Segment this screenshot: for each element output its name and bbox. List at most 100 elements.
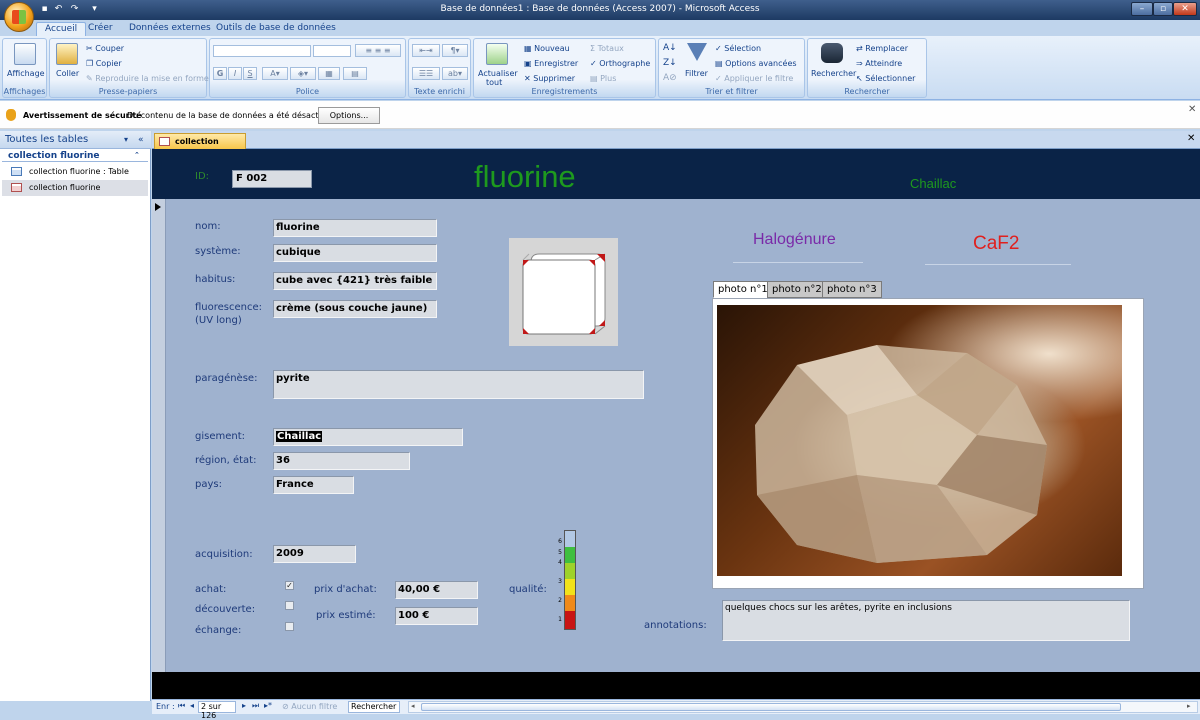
habitus-field[interactable]: cube avec {421} très faible: [273, 272, 437, 290]
last-record-button[interactable]: ⏭: [252, 701, 259, 711]
horizontal-scrollbar[interactable]: ◂ ▸: [408, 701, 1198, 713]
rechercher-button[interactable]: Rechercher: [811, 69, 856, 78]
record-selector[interactable]: [152, 199, 166, 672]
tab-photo-2[interactable]: photo n°2: [767, 281, 827, 298]
fluorescence-field[interactable]: crème (sous couche jaune): [273, 300, 437, 318]
italic-button[interactable]: I: [228, 67, 242, 80]
tab-photo-3[interactable]: photo n°3: [822, 281, 882, 298]
habitus-label: habitus:: [195, 274, 236, 285]
id-field[interactable]: F 002: [232, 170, 312, 188]
filtrer-button[interactable]: Filtrer: [685, 69, 708, 78]
paragenese-field[interactable]: pyrite: [273, 370, 644, 399]
plus-button[interactable]: ▤ Plus: [590, 74, 616, 83]
gridlines-button[interactable]: ▦: [318, 67, 340, 80]
align-buttons[interactable]: ≡ ≡ ≡: [355, 44, 401, 57]
orthographe-button[interactable]: ✓ Orthographe: [590, 59, 650, 68]
view-icon[interactable]: [14, 43, 36, 65]
tab-photo-1[interactable]: photo n°1: [713, 281, 773, 298]
acquisition-field[interactable]: 2009: [273, 545, 356, 563]
selectionner-button[interactable]: ↖ Sélectionner: [856, 74, 915, 83]
alt-fill-button[interactable]: ▤: [343, 67, 367, 80]
list-buttons[interactable]: ☰☰: [412, 67, 440, 80]
bold-button[interactable]: G: [213, 67, 227, 80]
group-collapse-icon[interactable]: ⌃: [134, 151, 140, 159]
mineral-name-title: fluorine: [474, 159, 576, 194]
tab-creer[interactable]: Créer: [80, 22, 121, 36]
sort-desc-icon[interactable]: Z↓: [663, 58, 677, 68]
pays-field[interactable]: France: [273, 476, 354, 494]
new-record-button[interactable]: ▸*: [264, 701, 272, 710]
nav-item-form[interactable]: collection fluorine: [2, 180, 148, 196]
affichage-button[interactable]: Affichage: [7, 69, 45, 78]
systeme-field[interactable]: cubique: [273, 244, 437, 262]
office-button[interactable]: [4, 2, 34, 32]
annotations-field[interactable]: quelques chocs sur les arêtes, pyrite en…: [722, 600, 1130, 641]
prix-estime-field[interactable]: 100 €: [395, 607, 478, 625]
region-field[interactable]: 36: [273, 452, 410, 470]
indent-buttons[interactable]: ⇤⇥: [412, 44, 440, 57]
search-box[interactable]: Rechercher: [348, 701, 400, 713]
couper-button[interactable]: ✂ Couper: [86, 44, 124, 53]
scroll-right-icon[interactable]: ▸: [1187, 702, 1191, 710]
underline-button[interactable]: S: [243, 67, 257, 80]
nav-group-header[interactable]: collection fluorine ⌃: [2, 151, 148, 162]
coller-button[interactable]: Coller: [56, 69, 79, 78]
filter-icon[interactable]: [687, 43, 707, 61]
nav-item-table[interactable]: collection fluorine : Table: [2, 164, 148, 179]
echange-checkbox[interactable]: [285, 622, 294, 631]
echange-label: échange:: [195, 625, 242, 636]
refresh-icon[interactable]: [486, 43, 508, 65]
gisement-field[interactable]: Chaillac: [273, 428, 463, 446]
prev-record-button[interactable]: ◂: [190, 701, 194, 710]
highlight-button[interactable]: ab▾: [442, 67, 468, 80]
select-icon: ↖: [856, 74, 866, 83]
group-enregistrements: Actualiser tout ▦ Nouveau ▣ Enregistrer …: [473, 38, 656, 98]
decouverte-checkbox[interactable]: [285, 601, 294, 610]
security-options-button[interactable]: Options...: [318, 107, 380, 124]
selection-button[interactable]: ✓ Sélection: [715, 44, 761, 53]
nav-header[interactable]: Toutes les tables ▾ «: [0, 131, 151, 149]
font-name-select[interactable]: [213, 45, 311, 57]
nom-field[interactable]: fluorine: [273, 219, 437, 237]
supprimer-button[interactable]: ✕ Supprimer: [524, 74, 575, 83]
filter-status[interactable]: ⊘ Aucun filtre: [282, 702, 337, 711]
maximize-button[interactable]: ▫: [1153, 2, 1173, 16]
options-avancees-button[interactable]: ▤ Options avancées: [715, 59, 797, 68]
paste-icon[interactable]: [56, 43, 78, 65]
totaux-button[interactable]: Σ Totaux: [590, 44, 624, 53]
nav-dropdown-icon[interactable]: ▾: [124, 131, 128, 149]
next-record-button[interactable]: ▸: [242, 701, 246, 710]
appliquer-filtre-button[interactable]: ✓ Appliquer le filtre: [715, 74, 793, 83]
clear-sort-icon[interactable]: A⊘: [663, 73, 677, 83]
doc-tab-collection-fluorine[interactable]: collection fluorine: [154, 133, 246, 161]
actualiser-button[interactable]: Actualiser: [478, 69, 518, 78]
tab-donnees-externes[interactable]: Données externes: [121, 22, 219, 36]
font-size-select[interactable]: [313, 45, 351, 57]
reproduire-button[interactable]: ✎ Reproduire la mise en forme: [86, 74, 209, 83]
remplacer-button[interactable]: ⇄ Remplacer: [856, 44, 908, 53]
paragraph-button[interactable]: ¶▾: [442, 44, 468, 57]
close-window-button[interactable]: ✕: [1173, 2, 1197, 16]
achat-checkbox[interactable]: ✓: [285, 581, 294, 590]
nav-collapse-icon[interactable]: «: [138, 131, 144, 149]
tab-accueil[interactable]: Accueil: [36, 22, 87, 36]
scroll-left-icon[interactable]: ◂: [411, 702, 415, 710]
binoculars-icon[interactable]: [821, 43, 843, 63]
sort-asc-icon[interactable]: A↓: [663, 43, 677, 53]
font-color-button[interactable]: A▾: [262, 67, 288, 80]
scroll-thumb[interactable]: [421, 703, 1121, 711]
actualiser-tout[interactable]: tout: [486, 78, 502, 87]
tab-outils-bd[interactable]: Outils de base de données: [208, 22, 344, 36]
minimize-button[interactable]: –: [1131, 2, 1153, 16]
atteindre-button[interactable]: ⇒ Atteindre: [856, 59, 902, 68]
copier-button[interactable]: ❐ Copier: [86, 59, 122, 68]
enregistrer-button[interactable]: ▣ Enregistrer: [524, 59, 578, 68]
fill-color-button[interactable]: ◈▾: [290, 67, 316, 80]
record-position-field[interactable]: 2 sur 126: [198, 701, 236, 720]
form-tab-icon: [159, 137, 170, 146]
prix-achat-field[interactable]: 40,00 €: [395, 581, 478, 599]
nouveau-button[interactable]: ▦ Nouveau: [524, 44, 570, 53]
first-record-button[interactable]: ⏮: [178, 701, 185, 711]
close-doc-icon[interactable]: ✕: [1187, 133, 1195, 144]
close-security-bar-icon[interactable]: ✕: [1188, 104, 1196, 115]
